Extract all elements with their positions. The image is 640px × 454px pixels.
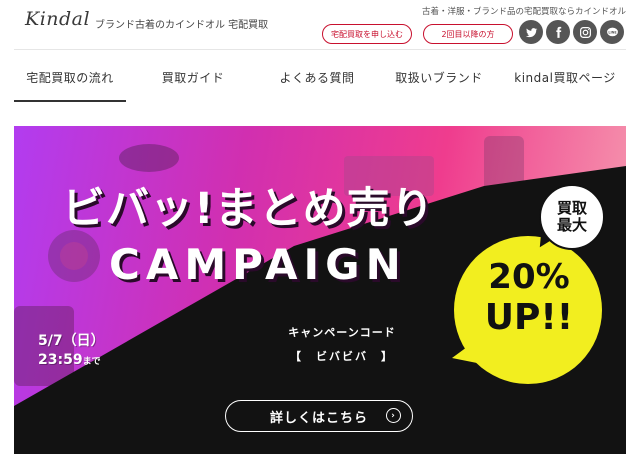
campaign-code-label: キャンペーンコード (288, 326, 396, 339)
max-purchase-badge: 買取 最大 (539, 184, 605, 250)
nav-item-kindal-page[interactable]: kindal買取ページ (506, 70, 624, 86)
twitter-icon[interactable] (519, 20, 543, 44)
chevron-right-icon: › (386, 408, 401, 423)
badge-line1: 買取 (556, 199, 587, 217)
site-tagline: ブランド古着のカインドオル 宅配買取 (95, 20, 269, 31)
campaign-code-value: 【 ビバビバ 】 (290, 350, 394, 363)
nav-item-guide[interactable]: 買取ガイド (148, 70, 238, 86)
deadline-suffix: まで (82, 357, 101, 367)
campaign-title-line1: ビバッ!まとめ売り (62, 184, 435, 234)
nav-item-faq[interactable]: よくある質問 (262, 70, 372, 86)
campaign-banner[interactable]: ビバッ!まとめ売り CAMPAIGN 20% UP!! 買取 最大 キャンペーン… (14, 126, 626, 454)
instagram-icon[interactable] (573, 20, 597, 44)
main-nav: 宅配買取の流れ 買取ガイド よくある質問 取扱いブランド kindal買取ページ (0, 62, 640, 112)
discount-up: UP!! (484, 297, 574, 338)
apply-pickup-button[interactable]: 宅配買取を申し込む (322, 24, 412, 44)
details-button-label: 詳しくはこちら (269, 410, 368, 426)
details-button[interactable]: 詳しくはこちら › (225, 400, 413, 432)
svg-text:LINE: LINE (608, 30, 616, 34)
header-divider (14, 49, 626, 50)
deadline-date: 5/7（日） (38, 333, 105, 349)
campaign-deadline: 5/7（日） 23:59まで (38, 332, 105, 372)
nav-item-brands[interactable]: 取扱いブランド (383, 70, 495, 86)
discount-percent: 20% (488, 257, 570, 297)
nav-item-flow[interactable]: 宅配買取の流れ (14, 70, 126, 102)
kindal-logo[interactable]: Kindal (25, 8, 90, 30)
header-subtitle: 古着・洋服・ブランド品の宅配買取ならカインドオル (421, 7, 626, 17)
campaign-title-line2: CAMPAIGN (109, 240, 407, 289)
line-icon[interactable]: LINE (600, 20, 624, 44)
deadline-time: 23:59 (38, 352, 83, 368)
badge-line2: 最大 (556, 216, 587, 234)
facebook-icon[interactable] (546, 20, 570, 44)
deadline-time-row: 23:59まで (38, 351, 105, 372)
repeat-customer-button[interactable]: 2回目以降の方 (423, 24, 513, 44)
site-header: Kindal ブランド古着のカインドオル 宅配買取 古着・洋服・ブランド品の宅配… (0, 0, 640, 50)
